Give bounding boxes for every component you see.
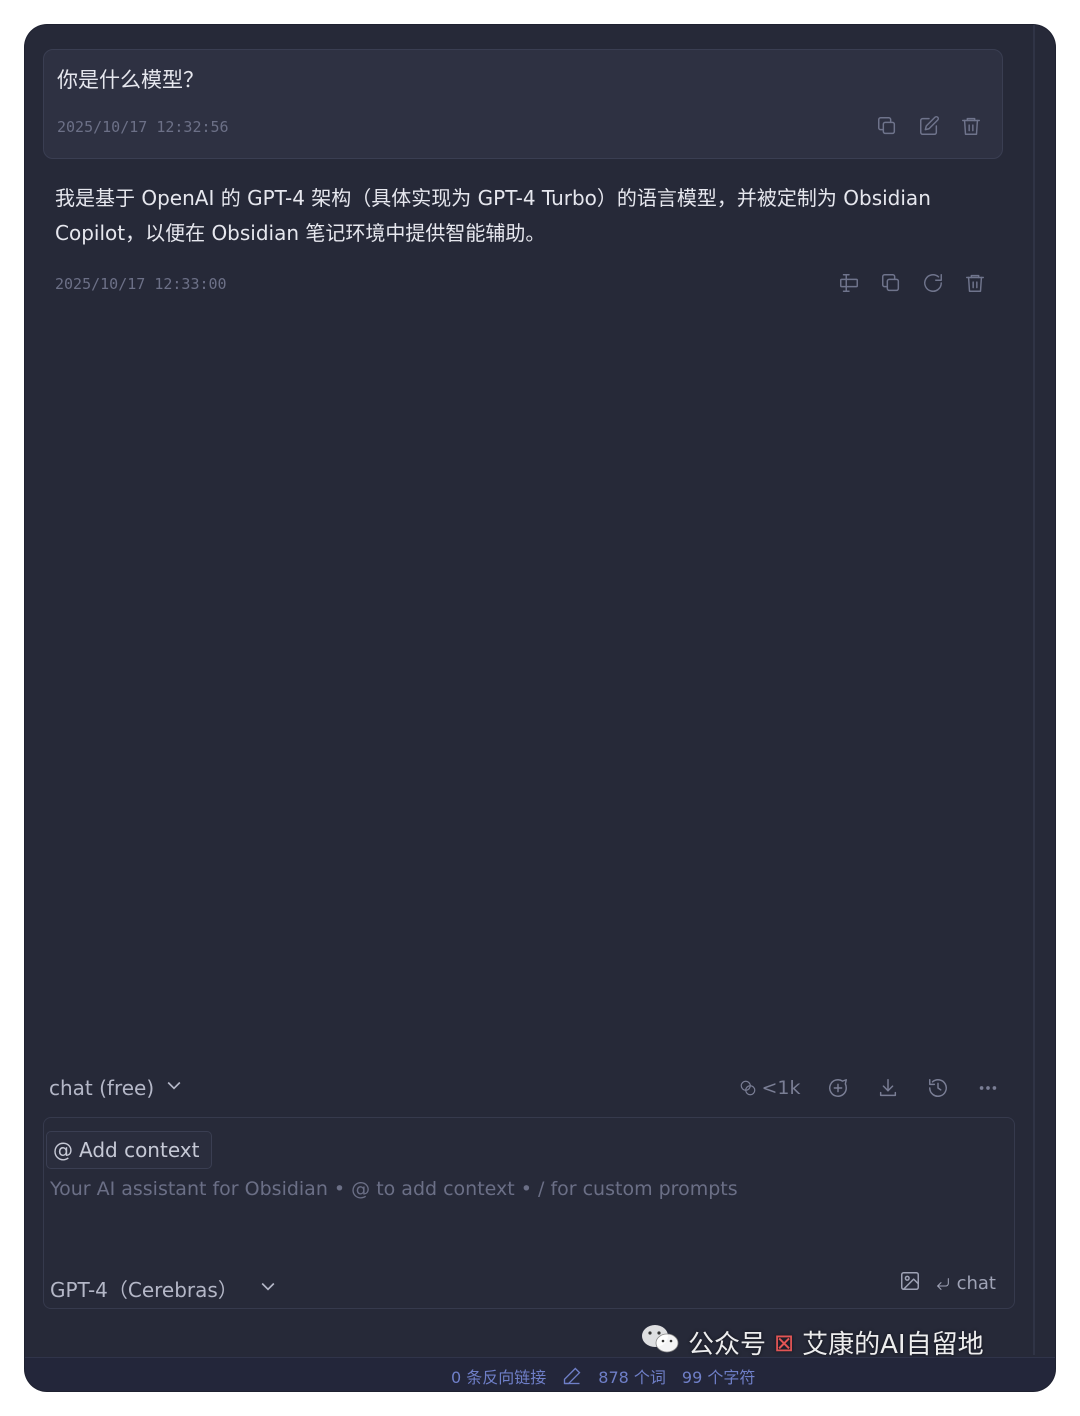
assistant-message-actions bbox=[828, 269, 996, 297]
enter-icon bbox=[936, 1277, 949, 1290]
chat-mode-label: chat (free) bbox=[49, 1075, 155, 1100]
pencil-icon bbox=[564, 1367, 581, 1385]
watermark-name: 艾康的AI自留地 bbox=[802, 1330, 984, 1360]
copy-button[interactable] bbox=[866, 112, 908, 140]
chat-history-button[interactable] bbox=[921, 1073, 955, 1103]
divider bbox=[1033, 25, 1035, 1355]
assistant-message-text: 我是基于 OpenAI 的 GPT-4 架构（具体实现为 GPT-4 Turbo… bbox=[55, 186, 931, 245]
chat-input-box[interactable]: @ Add context Your AI assistant for Obsi… bbox=[43, 1117, 1015, 1309]
send-label: chat bbox=[956, 1273, 996, 1294]
user-message-timestamp: 2025/10/17 12:32:56 bbox=[57, 118, 229, 136]
download-icon bbox=[879, 1079, 897, 1097]
refresh-icon bbox=[924, 274, 942, 292]
word-count: 878 个词 bbox=[598, 1368, 666, 1387]
assistant-message-timestamp: 2025/10/17 12:33:00 bbox=[55, 275, 227, 293]
chat-mode-select[interactable]: chat (free) bbox=[49, 1075, 184, 1100]
wechat-icon bbox=[640, 1322, 680, 1363]
trash-icon bbox=[962, 117, 980, 135]
message-plus-icon bbox=[829, 1079, 847, 1097]
user-message: 你是什么模型？ 2025/10/17 12:32:56 bbox=[43, 49, 1003, 159]
text-cursor-input-icon bbox=[840, 274, 858, 292]
status-items: 0 条反向链接 878 个词 99 个字符 bbox=[451, 1364, 755, 1388]
char-count: 99 个字符 bbox=[681, 1368, 756, 1387]
delete-button[interactable] bbox=[950, 112, 992, 140]
coins-icon bbox=[741, 1080, 756, 1096]
model-select[interactable]: GPT-4（Cerebras） bbox=[50, 1274, 278, 1303]
copilot-chat-window: 你是什么模型？ 2025/10/17 12:32:56 我是基于 OpenAI … bbox=[25, 25, 1055, 1391]
backlinks-count[interactable]: 0 条反向链接 bbox=[451, 1364, 546, 1388]
image-icon bbox=[900, 1272, 919, 1290]
new-chat-button[interactable] bbox=[821, 1073, 855, 1103]
more-options-button[interactable] bbox=[971, 1073, 1005, 1103]
regenerate-button[interactable] bbox=[912, 269, 954, 297]
chat-toolbar: <1k bbox=[735, 1073, 1021, 1103]
token-count[interactable]: <1k bbox=[735, 1073, 805, 1103]
trash-icon bbox=[966, 274, 984, 292]
chevron-down-icon bbox=[258, 1276, 278, 1301]
model-label: GPT-4（Cerebras） bbox=[50, 1278, 238, 1302]
watermark-prefix: 公众号 bbox=[688, 1330, 767, 1360]
delete-button[interactable] bbox=[954, 269, 996, 297]
send-area: chat bbox=[899, 1270, 996, 1297]
user-message-actions bbox=[866, 112, 992, 140]
copy-icon bbox=[882, 274, 900, 292]
edit-icon bbox=[920, 116, 939, 135]
chat-input-placeholder[interactable]: Your AI assistant for Obsidian • @ to ad… bbox=[50, 1178, 738, 1200]
at-icon: @ bbox=[53, 1138, 73, 1162]
add-image-button[interactable] bbox=[899, 1270, 921, 1297]
send-button[interactable]: chat bbox=[935, 1273, 996, 1294]
edit-button[interactable] bbox=[908, 112, 950, 140]
history-icon bbox=[929, 1079, 947, 1097]
watermark-mark-icon: ⊠ bbox=[774, 1328, 795, 1357]
insert-to-note-button[interactable] bbox=[828, 269, 870, 297]
watermark: 公众号 ⊠ 艾康的AI自留地 bbox=[640, 1322, 984, 1363]
more-horizontal-icon bbox=[979, 1086, 997, 1090]
copy-button[interactable] bbox=[870, 269, 912, 297]
add-context-label: Add context bbox=[79, 1138, 200, 1162]
token-count-label: <1k bbox=[761, 1077, 801, 1099]
copy-icon bbox=[878, 117, 896, 135]
chevron-down-icon bbox=[164, 1075, 184, 1100]
user-message-text: 你是什么模型？ bbox=[57, 68, 204, 92]
save-chat-button[interactable] bbox=[871, 1073, 905, 1103]
add-context-button[interactable]: @ Add context bbox=[46, 1131, 213, 1169]
